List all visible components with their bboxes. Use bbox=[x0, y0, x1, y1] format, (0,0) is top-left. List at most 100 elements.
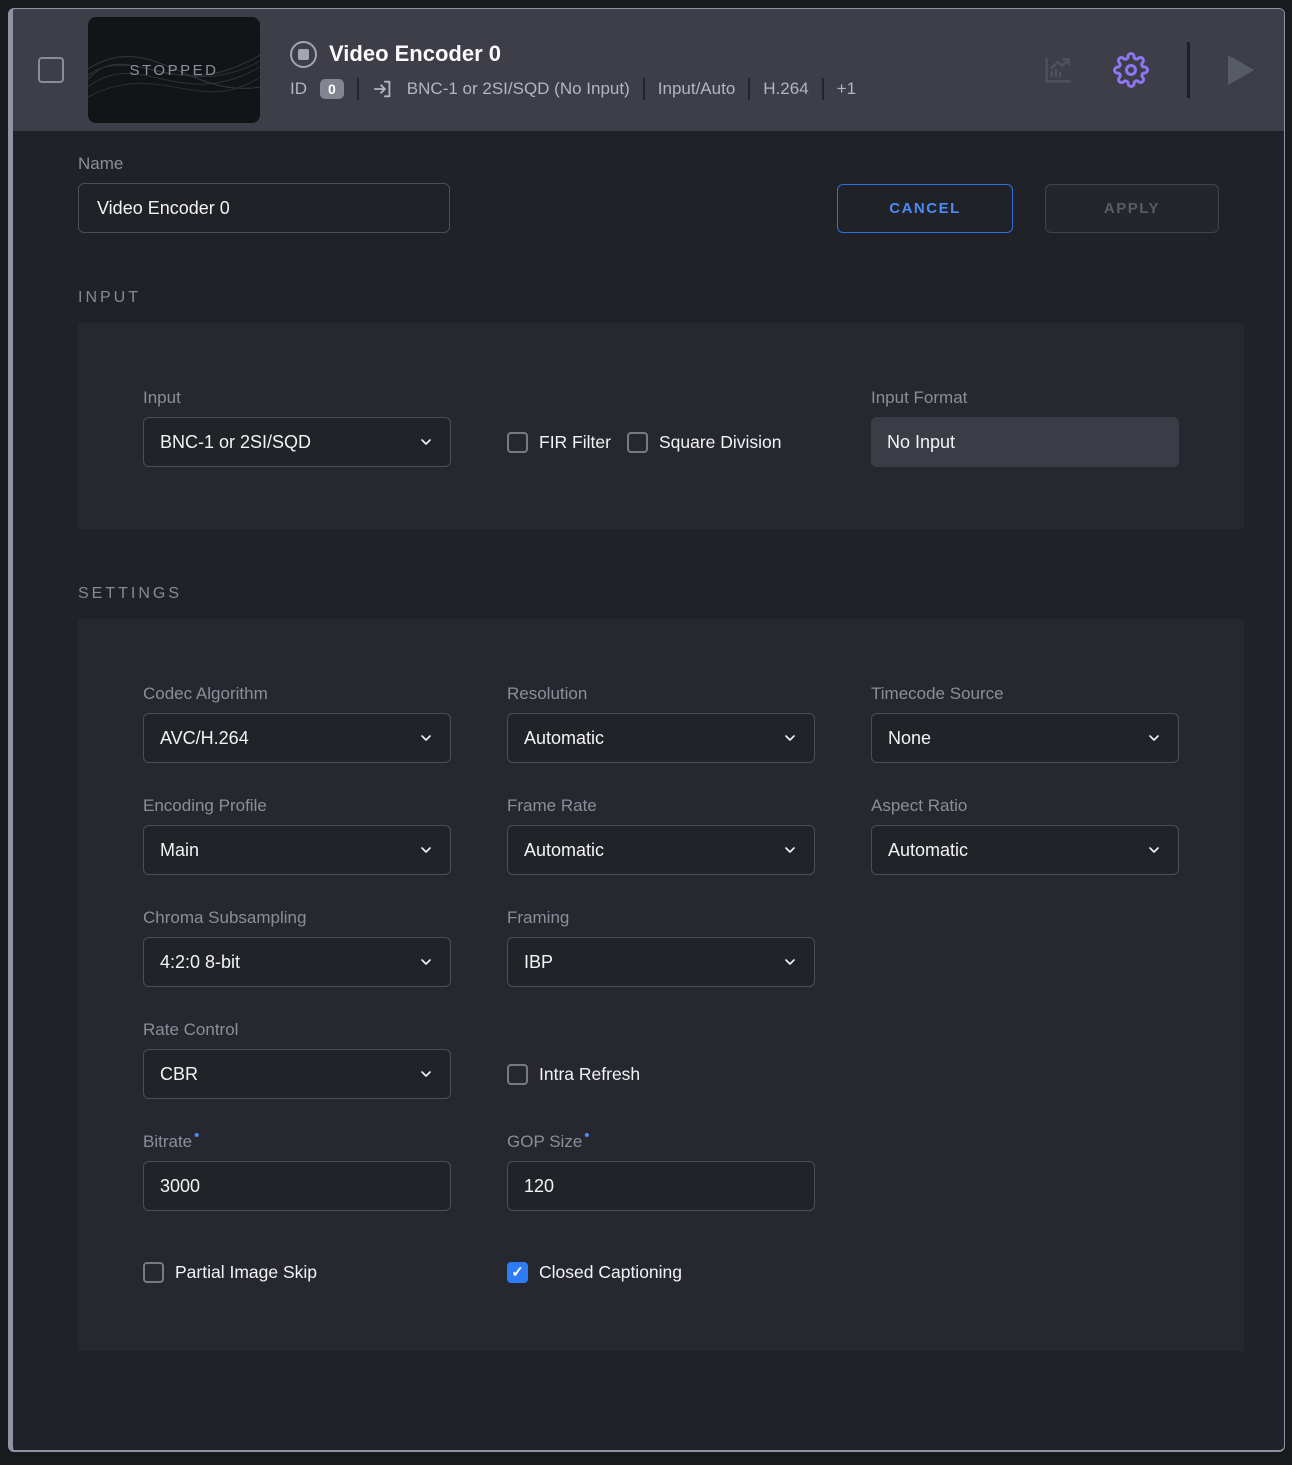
timecode-source-label: Timecode Source bbox=[871, 683, 1179, 704]
encoding-profile-label: Encoding Profile bbox=[143, 795, 451, 816]
settings-section-heading: SETTINGS bbox=[78, 585, 1219, 603]
name-input[interactable] bbox=[78, 183, 450, 233]
codec-algorithm-group: Codec Algorithm AVC/H.264 bbox=[143, 683, 451, 763]
statistics-button[interactable] bbox=[1041, 53, 1075, 87]
square-division-checkbox-group[interactable]: Square Division bbox=[627, 432, 782, 453]
partial-image-skip-checkbox[interactable] bbox=[143, 1262, 164, 1283]
fir-filter-label: FIR Filter bbox=[539, 432, 611, 453]
intra-refresh-label: Intra Refresh bbox=[539, 1064, 640, 1085]
square-division-label: Square Division bbox=[659, 432, 782, 453]
meta-input-source: BNC-1 or 2SI/SQD (No Input) bbox=[407, 79, 630, 99]
chevron-down-icon bbox=[1146, 730, 1162, 746]
intra-refresh-checkbox[interactable] bbox=[507, 1064, 528, 1085]
aspect-ratio-group: Aspect Ratio Automatic bbox=[871, 795, 1179, 875]
input-select[interactable]: BNC-1 or 2SI/SQD bbox=[143, 417, 451, 467]
framing-select[interactable]: IBP bbox=[507, 937, 815, 987]
preview-thumbnail: STOPPED bbox=[88, 17, 260, 123]
divider bbox=[748, 78, 750, 100]
divider bbox=[1187, 42, 1190, 98]
timecode-source-select[interactable]: None bbox=[871, 713, 1179, 763]
encoder-form: Name CANCEL APPLY INPUT Input BNC-1 or 2… bbox=[13, 131, 1284, 1351]
name-field-group: Name bbox=[78, 153, 450, 233]
gop-size-label: GOP Size• bbox=[507, 1131, 815, 1152]
aspect-ratio-select[interactable]: Automatic bbox=[871, 825, 1179, 875]
bitrate-group: Bitrate• bbox=[143, 1131, 451, 1211]
closed-captioning-checkbox[interactable] bbox=[507, 1262, 528, 1283]
settings-button[interactable] bbox=[1113, 52, 1149, 88]
aspect-ratio-label: Aspect Ratio bbox=[871, 795, 1179, 816]
framing-group: Framing IBP bbox=[507, 907, 815, 987]
gop-size-group: GOP Size• bbox=[507, 1131, 815, 1211]
gop-size-input[interactable] bbox=[507, 1161, 815, 1211]
encoding-profile-group: Encoding Profile Main bbox=[143, 795, 451, 875]
chart-icon bbox=[1041, 53, 1075, 87]
cancel-button[interactable]: CANCEL bbox=[837, 184, 1013, 233]
play-icon bbox=[1228, 55, 1254, 85]
chevron-down-icon bbox=[782, 954, 798, 970]
header-actions bbox=[1041, 42, 1254, 98]
encoder-meta-row: ID 0 BNC-1 or 2SI/SQD (No Input) Input/A… bbox=[290, 78, 1021, 100]
resolution-label: Resolution bbox=[507, 683, 815, 704]
id-badge: 0 bbox=[320, 79, 344, 99]
id-label: ID bbox=[290, 79, 307, 99]
fir-filter-checkbox-group[interactable]: FIR Filter bbox=[507, 432, 611, 453]
frame-rate-group: Frame Rate Automatic bbox=[507, 795, 815, 875]
frame-rate-select[interactable]: Automatic bbox=[507, 825, 815, 875]
timecode-source-group: Timecode Source None bbox=[871, 683, 1179, 763]
required-dot: • bbox=[584, 1127, 589, 1144]
input-field-group: Input BNC-1 or 2SI/SQD bbox=[143, 387, 451, 467]
start-encoder-button[interactable] bbox=[1228, 55, 1254, 85]
encoder-card: STOPPED Video Encoder 0 ID 0 BNC-1 or 2S… bbox=[8, 8, 1285, 1452]
status-badge: STOPPED bbox=[88, 17, 260, 123]
chroma-subsampling-group: Chroma Subsampling 4:2:0 8-bit bbox=[143, 907, 451, 987]
meta-codec: H.264 bbox=[763, 79, 808, 99]
select-encoder-checkbox[interactable] bbox=[38, 57, 64, 83]
form-buttons: CANCEL APPLY bbox=[837, 184, 1219, 233]
meta-resolution: Input/Auto bbox=[658, 79, 736, 99]
encoder-header: STOPPED Video Encoder 0 ID 0 BNC-1 or 2S… bbox=[13, 9, 1284, 131]
rate-control-label: Rate Control bbox=[143, 1019, 451, 1040]
closed-captioning-label: Closed Captioning bbox=[539, 1262, 682, 1283]
codec-algorithm-label: Codec Algorithm bbox=[143, 683, 451, 704]
rate-control-select[interactable]: CBR bbox=[143, 1049, 451, 1099]
input-format-group: Input Format No Input bbox=[871, 387, 1179, 467]
input-checkboxes-group: FIR Filter Square Division bbox=[507, 387, 815, 467]
input-format-value: No Input bbox=[871, 417, 1179, 467]
gear-icon bbox=[1113, 52, 1149, 88]
title-block: Video Encoder 0 ID 0 BNC-1 or 2SI/SQD (N… bbox=[290, 41, 1021, 100]
chevron-down-icon bbox=[418, 434, 434, 450]
encoding-profile-select[interactable]: Main bbox=[143, 825, 451, 875]
input-section-heading: INPUT bbox=[78, 289, 1219, 307]
page-title: Video Encoder 0 bbox=[329, 41, 501, 67]
codec-algorithm-select[interactable]: AVC/H.264 bbox=[143, 713, 451, 763]
chevron-down-icon bbox=[1146, 842, 1162, 858]
input-select-value: BNC-1 or 2SI/SQD bbox=[160, 432, 311, 453]
stopped-state-icon bbox=[290, 41, 317, 68]
input-format-label: Input Format bbox=[871, 387, 1179, 408]
closed-captioning-checkbox-group[interactable]: Closed Captioning bbox=[507, 1262, 682, 1283]
meta-more-badge: +1 bbox=[837, 79, 856, 99]
input-source-icon bbox=[372, 78, 394, 100]
chevron-down-icon bbox=[418, 954, 434, 970]
chevron-down-icon bbox=[418, 842, 434, 858]
bitrate-label: Bitrate• bbox=[143, 1131, 451, 1152]
required-dot: • bbox=[194, 1127, 199, 1144]
bitrate-input[interactable] bbox=[143, 1161, 451, 1211]
settings-panel: Codec Algorithm AVC/H.264 Resolution Aut… bbox=[78, 619, 1244, 1351]
partial-image-skip-group: Partial Image Skip bbox=[143, 1259, 451, 1285]
chroma-subsampling-select[interactable]: 4:2:0 8-bit bbox=[143, 937, 451, 987]
intra-refresh-checkbox-group[interactable]: Intra Refresh bbox=[507, 1064, 640, 1085]
partial-image-skip-checkbox-group[interactable]: Partial Image Skip bbox=[143, 1262, 317, 1283]
input-panel: Input BNC-1 or 2SI/SQD FIR Filter bbox=[78, 323, 1244, 529]
framing-label: Framing bbox=[507, 907, 815, 928]
square-division-checkbox[interactable] bbox=[627, 432, 648, 453]
chevron-down-icon bbox=[782, 842, 798, 858]
partial-image-skip-label: Partial Image Skip bbox=[175, 1262, 317, 1283]
divider bbox=[357, 78, 359, 100]
divider bbox=[822, 78, 824, 100]
chevron-down-icon bbox=[418, 730, 434, 746]
resolution-select[interactable]: Automatic bbox=[507, 713, 815, 763]
intra-refresh-group: Intra Refresh bbox=[507, 1019, 815, 1099]
apply-button[interactable]: APPLY bbox=[1045, 184, 1219, 233]
fir-filter-checkbox[interactable] bbox=[507, 432, 528, 453]
